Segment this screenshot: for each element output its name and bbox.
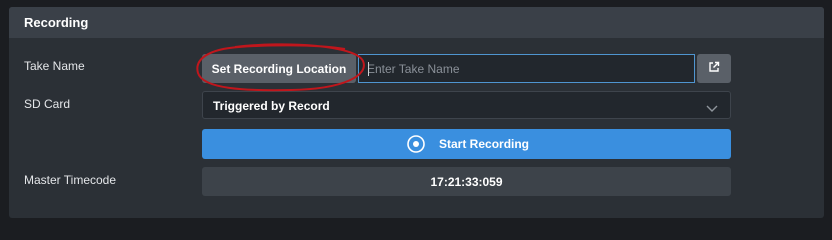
text-caret bbox=[368, 62, 369, 76]
start-recording-button[interactable]: Start Recording bbox=[202, 129, 731, 159]
take-name-input[interactable] bbox=[358, 54, 695, 83]
master-timecode-value: 17:21:33:059 bbox=[430, 174, 503, 189]
external-link-icon bbox=[708, 60, 720, 78]
panel-header: Recording bbox=[9, 7, 824, 38]
master-timecode-label: Master Timecode bbox=[24, 173, 117, 187]
chevron-down-icon bbox=[706, 100, 718, 118]
sd-card-selected-value: Triggered by Record bbox=[213, 99, 330, 113]
sd-card-select[interactable]: Triggered by Record bbox=[202, 91, 731, 119]
set-recording-location-label: Set Recording Location bbox=[211, 61, 347, 76]
start-recording-label: Start Recording bbox=[439, 137, 530, 151]
recording-panel: Recording Take Name Set Recording Locati… bbox=[9, 7, 824, 218]
take-name-label: Take Name bbox=[24, 59, 85, 73]
open-external-button[interactable] bbox=[697, 54, 731, 83]
set-recording-location-button[interactable]: Set Recording Location bbox=[202, 54, 356, 83]
master-timecode-display: 17:21:33:059 bbox=[202, 167, 731, 196]
panel-title: Recording bbox=[24, 15, 89, 30]
record-icon bbox=[406, 134, 426, 159]
sd-card-label: SD Card bbox=[24, 97, 71, 111]
